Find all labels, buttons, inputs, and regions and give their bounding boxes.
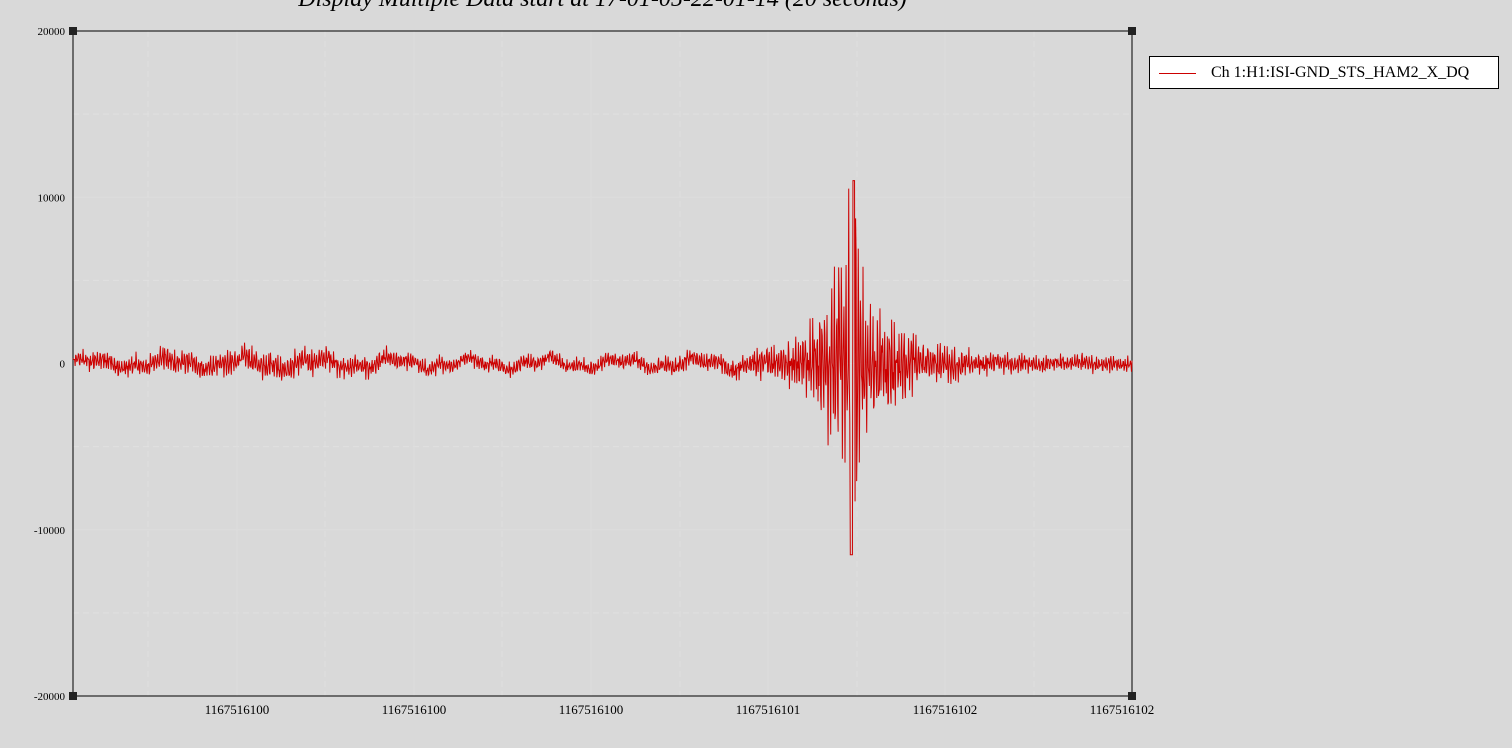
corner-handle-bottom-left[interactable] [69,692,77,700]
corner-handle-bottom-right[interactable] [1128,692,1136,700]
chart-svg: 20000100000-10000-20000 1167516100 116751… [34,26,1155,717]
corner-handle-top-right[interactable] [1128,27,1136,35]
series-group [72,180,1133,556]
x-axis: 1167516100 1167516100 1167516100 1167516101… [205,702,1155,717]
y-tick-label: -10000 [34,525,66,537]
legend-label: Ch 1:H1:ISI-GND_STS_HAM2_X_DQ [1211,64,1470,81]
x-tick-label: 1167516100 [382,702,447,717]
y-tick-label: -20000 [34,691,66,703]
x-tick-label: 1167516102 [1090,702,1155,717]
legend: Ch 1:H1:ISI-GND_STS_HAM2_X_DQ [1149,56,1499,89]
x-tick-label: 1167516102 [913,702,978,717]
x-tick-label: 1167516100 [205,702,270,717]
corner-handle-top-left[interactable] [69,27,77,35]
x-tick-label: 1167516101 [736,702,801,717]
y-tick-label: 20000 [38,26,66,38]
series-line [72,180,1133,556]
y-axis: 20000 10000 0 -10000 -20000 [34,26,66,703]
y-tick-label: 0 [60,359,66,371]
x-tick-label: 1167516100 [559,702,624,717]
legend-swatch [1159,73,1196,74]
y-tick-label: 10000 [38,192,66,204]
